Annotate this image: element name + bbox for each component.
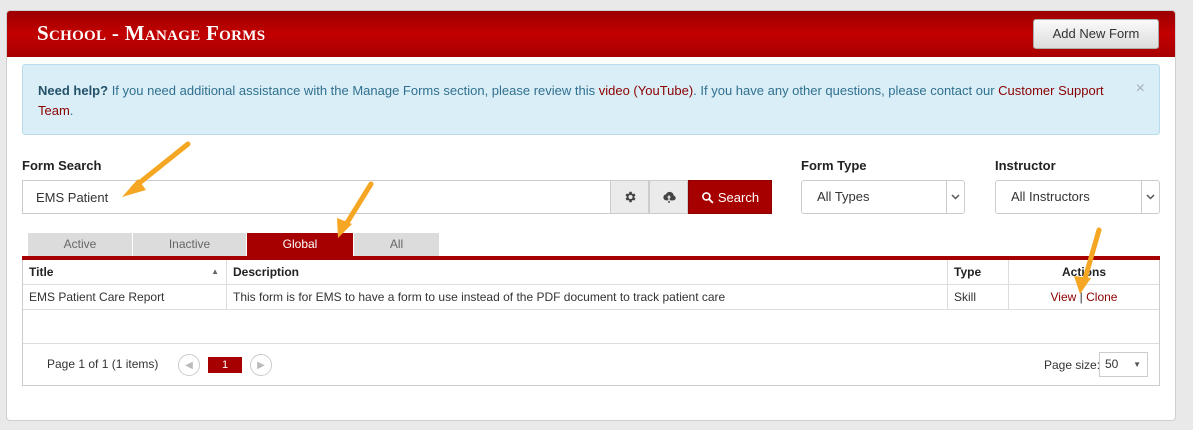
video-link[interactable]: video (YouTube)	[599, 83, 693, 98]
alert-text-3: .	[69, 103, 74, 118]
pager: Page 1 of 1 (1 items) ◀ 1 ▶ Page size: 5…	[23, 343, 1159, 385]
page-size-value: 50	[1105, 357, 1119, 371]
view-link[interactable]: View	[1051, 290, 1077, 304]
alert-text-2: . If you have any other questions, pleas…	[693, 83, 999, 98]
gear-icon	[625, 191, 636, 203]
clone-link[interactable]: Clone	[1086, 290, 1117, 304]
search-icon	[701, 191, 714, 203]
form-type-value: All Types	[817, 189, 870, 204]
table-row: EMS Patient Care Report This form is for…	[23, 285, 1159, 310]
column-header-type[interactable]: Type	[948, 260, 1009, 284]
tab-active[interactable]: Active	[28, 233, 133, 256]
chevron-left-icon[interactable]: ◀	[178, 354, 200, 376]
instructor-label: Instructor	[995, 158, 1056, 173]
row-description: This form is for EMS to have a form to u…	[227, 285, 948, 309]
search-button[interactable]: Search	[688, 180, 772, 214]
form-type-label: Form Type	[801, 158, 867, 173]
download-button[interactable]	[649, 180, 688, 214]
column-header-actions: Actions	[1061, 265, 1106, 279]
need-help-label: Need help?	[38, 83, 109, 98]
page-title: School - Manage Forms	[37, 21, 266, 45]
add-new-form-button[interactable]: Add New Form	[1033, 19, 1159, 49]
close-icon[interactable]: ×	[1136, 79, 1145, 99]
manage-forms-panel: School - Manage Forms Add New Form Need …	[6, 10, 1176, 421]
forms-grid: Title ▲ Description Type Actions EMS Pat…	[22, 260, 1160, 386]
page-1-button[interactable]: 1	[208, 357, 242, 373]
alert-text-1: If you need additional assistance with t…	[108, 83, 599, 98]
chevron-down-icon	[1141, 181, 1159, 213]
tab-global[interactable]: Global	[247, 233, 354, 256]
row-type: Skill	[948, 285, 1009, 309]
chevron-down-icon: ▼	[1133, 360, 1141, 369]
column-header-title[interactable]: Title ▲	[23, 260, 227, 284]
form-search-label: Form Search	[22, 158, 102, 173]
search-button-label: Search	[717, 189, 760, 205]
cloud-download-icon	[662, 191, 676, 203]
instructor-value: All Instructors	[1011, 189, 1090, 204]
form-search-input[interactable]	[22, 180, 612, 214]
page-size-select[interactable]: 50 ▼	[1099, 352, 1148, 377]
settings-button[interactable]	[610, 180, 649, 214]
tab-inactive[interactable]: Inactive	[133, 233, 247, 256]
action-separator: |	[1079, 290, 1083, 304]
chevron-down-icon	[946, 181, 964, 213]
row-title: EMS Patient Care Report	[23, 285, 227, 309]
table-header-row: Title ▲ Description Type Actions	[23, 260, 1159, 285]
panel-header: School - Manage Forms Add New Form	[7, 11, 1175, 57]
row-actions: View | Clone	[1009, 285, 1159, 309]
column-header-description[interactable]: Description	[227, 260, 948, 284]
pager-info: Page 1 of 1 (1 items)	[47, 357, 159, 371]
sort-ascending-icon: ▲	[211, 267, 219, 276]
form-type-select[interactable]: All Types	[801, 180, 965, 214]
tab-all[interactable]: All	[354, 233, 440, 256]
chevron-right-icon[interactable]: ▶	[250, 354, 272, 376]
page-size-label: Page size:	[1044, 358, 1101, 372]
instructor-select[interactable]: All Instructors	[995, 180, 1160, 214]
help-alert: Need help? If you need additional assist…	[22, 64, 1160, 135]
